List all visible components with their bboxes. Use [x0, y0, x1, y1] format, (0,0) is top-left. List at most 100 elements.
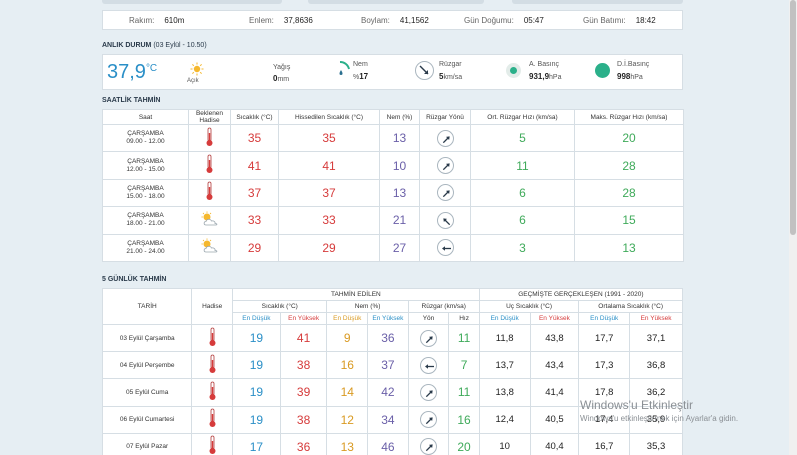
latitude: Enlem: 37,8636	[249, 16, 313, 25]
partly-cloudy-icon	[188, 206, 231, 235]
daily-row: 04 Eylül Perşembe 19 38 16 37 7 13,7 43,4 17,3 36…	[101, 351, 683, 380]
daily-date: 07 Eylül Pazar	[101, 432, 193, 455]
daily-extreme-max: 43,8	[529, 323, 580, 353]
thermometer-icon	[188, 178, 231, 208]
hourly-row: ÇARŞAMBA 12.00 - 15.00 41 41 10 11 28	[102, 151, 684, 180]
daily-avg-min: 16,7	[578, 432, 631, 455]
hourly-temp: 37	[230, 178, 279, 208]
daily-date: 05 Eylül Cuma	[101, 378, 193, 407]
daily-hum-max: 37	[367, 351, 409, 380]
daily-section-title: 5 GÜNLÜK TAHMİN	[102, 276, 167, 283]
location-info-bar: Rakım: 610m Enlem: 37,8636 Boylam: 41,1562 …	[102, 10, 683, 30]
sea-pressure-value: 998hPa	[617, 72, 643, 81]
hourly-wind-dir	[419, 123, 471, 153]
daily-wind-dir	[407, 351, 450, 380]
altitude: Rakım: 610m	[129, 16, 185, 25]
col-hadise: Hadise	[191, 288, 233, 325]
daily-temp-max: 36	[279, 432, 328, 455]
daily-date: 03 Eylül Çarşamba	[101, 323, 193, 353]
wind-direction-icon	[420, 411, 438, 429]
daily-extreme-min: 10	[478, 432, 531, 455]
daily-temp-min: 19	[232, 405, 281, 434]
daily-wind-speed: 11	[448, 378, 480, 407]
hourly-max-wind: 20	[574, 123, 684, 153]
thermometer-icon	[191, 323, 233, 353]
wind-direction-icon	[436, 239, 454, 257]
current-temp: 37,9°C	[107, 61, 158, 83]
pressure-label: A. Basınç	[529, 61, 559, 68]
sea-pressure-icon	[595, 63, 610, 78]
daily-temp-max: 39	[279, 378, 328, 407]
daily-extreme-max: 41,4	[529, 378, 580, 407]
daily-hum-min: 9	[326, 323, 369, 353]
daily-temp-min: 19	[232, 378, 281, 407]
hourly-humidity: 10	[379, 151, 420, 180]
daily-wind-dir	[407, 432, 450, 455]
wind-direction-icon	[420, 438, 438, 455]
hourly-row: ÇARŞAMBA 21.00 - 24.00 29 29 27 3 13	[102, 233, 684, 262]
longitude: Boylam: 41,1562	[361, 16, 429, 25]
daily-hum-min: 13	[326, 432, 369, 455]
daily-avg-max: 35,3	[629, 432, 683, 455]
daily-forecast-table: TARİH Hadise TAHMİN EDİLEN GEÇMİŞTE GERÇ…	[101, 288, 684, 455]
partly-cloudy-icon	[188, 233, 231, 262]
wind-direction-icon	[436, 157, 454, 175]
hourly-section-title: SAATLİK TAHMİN	[102, 97, 161, 104]
daily-extreme-min: 13,7	[478, 351, 531, 380]
thermometer-icon	[191, 378, 233, 407]
thermometer-icon	[191, 432, 233, 455]
daily-hum-min: 12	[326, 405, 369, 434]
col-sicaklik: Sıcaklık (°C)	[230, 109, 279, 125]
thermometer-icon	[188, 123, 231, 153]
humidity-value: %17	[353, 72, 369, 81]
current-conditions: 37,9°C Açık Yağış 0mm Nem %17 Rüzgar 5km…	[102, 54, 683, 90]
sunrise: Gün Doğumu: 05:47	[464, 16, 544, 25]
col-nem: Nem (%)	[379, 109, 420, 125]
current-section-title: ANLIK DURUM (03 Eylül - 10.50)	[102, 42, 207, 49]
col-hadise: Beklenen Hadise	[188, 109, 231, 125]
windows-activation-watermark: Windows'u Etkinleştir Windows'u etkinleş…	[580, 398, 739, 423]
daily-temp-min: 19	[232, 351, 281, 380]
hourly-temp: 41	[230, 151, 279, 180]
pressure-icon	[506, 63, 521, 78]
hourly-time: ÇARŞAMBA 21.00 - 24.00	[102, 233, 189, 262]
hourly-max-wind: 28	[574, 151, 684, 180]
sun-icon	[190, 62, 204, 78]
hourly-wind-dir	[419, 206, 471, 235]
top-tabs-remnant	[102, 0, 683, 4]
humidity-icon	[337, 60, 351, 80]
daily-wind-speed: 16	[448, 405, 480, 434]
hourly-wind-dir	[419, 178, 471, 208]
hourly-humidity: 21	[379, 206, 420, 235]
daily-wind-speed: 7	[448, 351, 480, 380]
scrollbar-thumb[interactable]	[790, 0, 796, 235]
humidity-label: Nem	[353, 61, 368, 68]
hourly-avg-wind: 5	[470, 123, 575, 153]
hourly-humidity: 27	[379, 233, 420, 262]
daily-avg-min: 17,7	[578, 323, 631, 353]
daily-temp-min: 17	[232, 432, 281, 455]
sunset: Gün Batımı: 18:42	[583, 16, 656, 25]
hourly-row: ÇARŞAMBA 09.00 - 12.00 35 35 13 5 20	[102, 123, 684, 153]
daily-wind-dir	[407, 378, 450, 407]
wind-arrow-icon	[415, 61, 434, 80]
daily-wind-dir	[407, 323, 450, 353]
hourly-avg-wind: 6	[470, 206, 575, 235]
daily-extreme-max: 40,4	[529, 432, 580, 455]
page-scrollbar[interactable]	[789, 0, 797, 455]
wind-direction-icon	[436, 211, 454, 229]
pressure-value: 931,9hPa	[529, 72, 562, 81]
hourly-max-wind: 15	[574, 206, 684, 235]
hourly-max-wind: 13	[574, 233, 684, 262]
daily-extreme-max: 40,5	[529, 405, 580, 434]
col-tahmin-edilen: TAHMİN EDİLEN	[232, 288, 480, 301]
wind-value: 5km/sa	[439, 72, 463, 81]
hourly-time: ÇARŞAMBA 15.00 - 18.00	[102, 178, 189, 208]
condition-label: Açık	[187, 78, 199, 84]
daily-extreme-min: 12,4	[478, 405, 531, 434]
wind-direction-icon	[436, 129, 454, 147]
daily-avg-max: 37,1	[629, 323, 683, 353]
hourly-humidity: 13	[379, 123, 420, 153]
rain-value: 0mm	[273, 74, 290, 83]
hourly-feels: 29	[278, 233, 380, 262]
